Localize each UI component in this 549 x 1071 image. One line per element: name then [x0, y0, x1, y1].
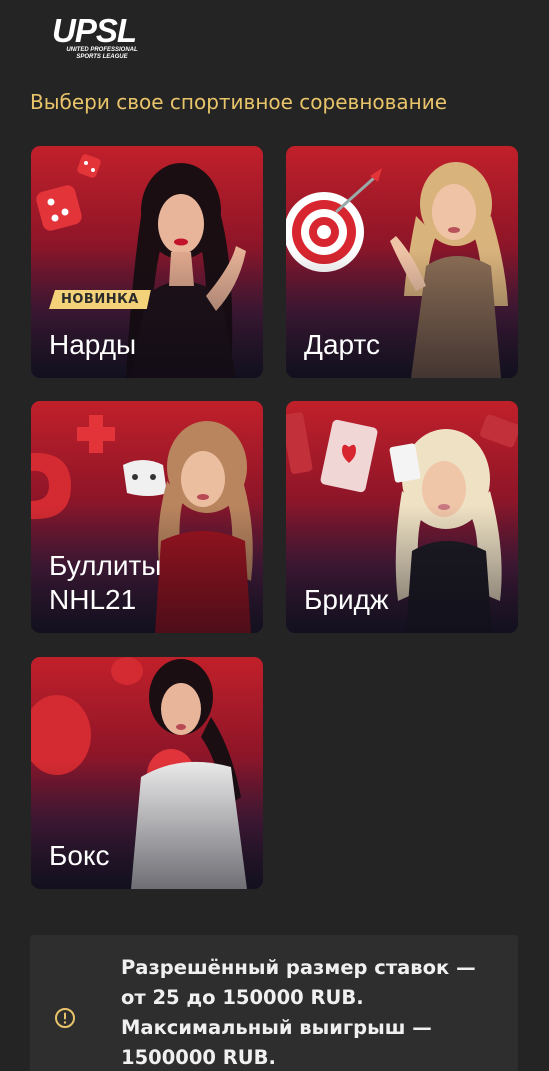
- plus-shape-icon: [77, 415, 115, 453]
- logo-wordmark: UPSL: [52, 12, 137, 49]
- game-card-bridge[interactable]: Бридж: [286, 401, 518, 633]
- gamepad-icon: [123, 460, 167, 496]
- exclamation-circle-icon: [55, 1008, 75, 1028]
- logo-subtitle: UNITED PROFESSIONAL SPORTS LEAGUE: [66, 47, 138, 60]
- upsl-logo[interactable]: UPSL UNITED PROFESSIONAL SPORTS LEAGUE: [52, 14, 152, 66]
- game-card-nardy[interactable]: НОВИНКА Нарды: [31, 146, 263, 378]
- game-card-darts[interactable]: Дартс: [286, 146, 518, 378]
- notice-text: Разрешённый размер ставок — от 25 до 150…: [121, 956, 476, 1069]
- game-card-boxing[interactable]: Бокс: [31, 657, 263, 889]
- card-title: Бридж: [304, 584, 389, 615]
- page: UPSL UNITED PROFESSIONAL SPORTS LEAGUE В…: [0, 0, 549, 1071]
- game-card-nhl21[interactable]: Буллиты NHL21: [31, 401, 263, 633]
- dice-icon: [36, 154, 101, 231]
- card-title: Буллиты NHL21: [49, 550, 162, 615]
- new-badge: НОВИНКА: [49, 290, 151, 309]
- card-title: Бокс: [49, 840, 110, 871]
- card-title: Нарды: [49, 329, 137, 360]
- bet-limits-notice: Разрешённый размер ставок — от 25 до 150…: [30, 935, 518, 1071]
- page-title: Выбери свое спортивное соревнование: [30, 90, 448, 114]
- card-title: Дартс: [304, 329, 381, 360]
